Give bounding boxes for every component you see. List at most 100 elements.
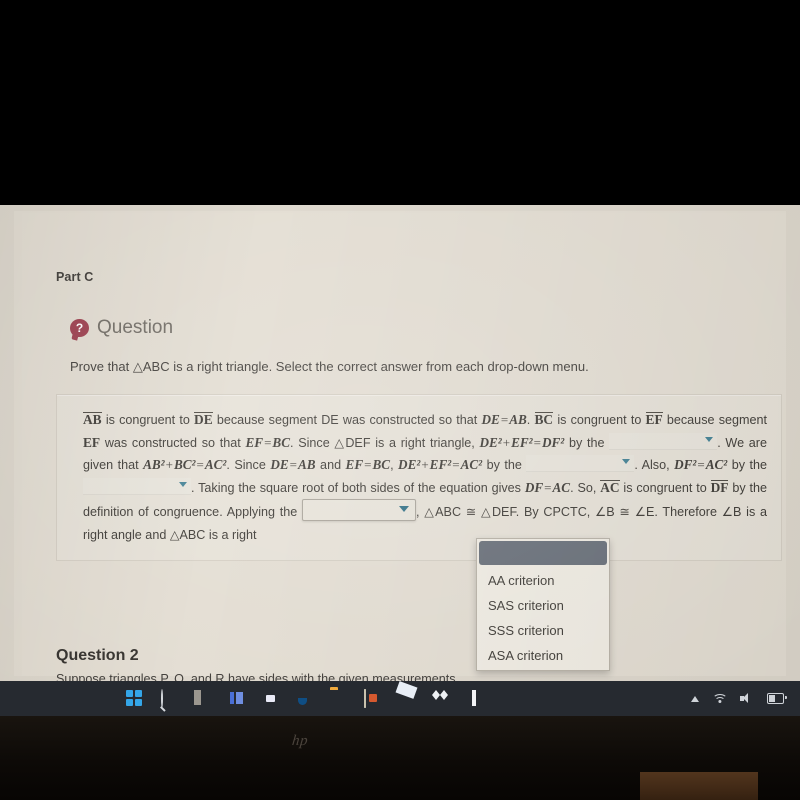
chevron-down-icon [399,506,409,512]
laptop-bezel-top [0,0,800,205]
criterion-dropdown-menu[interactable]: AA criterion SAS criterion SSS criterion… [476,538,610,671]
math-ef-plain: EF [83,434,101,450]
proof-t4: is congruent to [553,413,646,427]
proof-t5: because segment [662,413,767,427]
proof-t16: . Taking the square root of both sides o… [191,480,525,495]
plus-1: + [502,434,511,450]
dropbox-icon[interactable] [432,690,449,707]
math-ef: EF [245,434,264,450]
dropdown-option-blank[interactable] [479,541,607,565]
page-content-area: Part C ? Question Prove that △ABC is a r… [22,213,786,686]
dropdown-option-sss[interactable]: SSS criterion [477,618,609,643]
math-df-sq-2: DF² [674,457,697,472]
segment-bc-label: BC [534,412,554,427]
volume-icon[interactable] [740,693,753,704]
proof-t3: . [526,413,535,427]
teams-chat-icon[interactable] [262,690,279,707]
chevron-down-icon [622,459,631,464]
proof-t10: . Since [226,458,271,472]
math-ab-2: AB [298,457,316,472]
proof-t6: was constructed so that [100,435,246,450]
task-view-icon[interactable] [228,690,245,707]
plus-3: + [421,457,429,472]
proof-t18: is congruent to [619,480,711,495]
proof-card: AB is congruent to DE because segment DE… [56,394,782,561]
math-df: DF [524,479,544,495]
segment-df-label: DF [710,479,729,495]
question-title: Question [97,317,174,338]
photo-light-reflection [640,772,758,800]
question-prompt: Prove that △ABC is a right triangle. Sel… [70,359,589,374]
proof-t17: . So, [570,480,601,495]
proof-t12: , [390,458,399,472]
eq-9: = [544,479,552,495]
math-ab-sq: AB² [143,457,165,472]
math-ef-sq: EF² [511,434,533,450]
start-button-icon[interactable] [126,690,143,707]
proof-t14: . Also, [634,458,675,472]
browser-page: Part C ? Question Prove that △ABC is a r… [14,211,786,686]
math-ac-sq: AC² [204,457,227,472]
math-de: DE [481,412,500,427]
proof-t13: by the [482,458,527,472]
eq-3: = [533,434,541,450]
plus-2: + [165,457,173,472]
hp-logo: hp [291,733,309,749]
dropdown-option-asa[interactable]: ASA criterion [477,643,609,668]
eq-7: = [452,457,460,472]
math-ac-sq-3: AC² [705,457,728,472]
dropdown-blank-2[interactable] [526,455,635,472]
proof-text: AB is congruent to DE because segment DE… [83,409,767,546]
dropdown-blank-1[interactable] [609,432,718,450]
photo-of-laptop-screen: Part C ? Question Prove that △ABC is a r… [0,0,800,800]
mail-icon[interactable] [398,690,415,707]
taskbar-icon-group [126,681,483,716]
part-label: Part C [56,270,94,284]
math-bc-sq: BC² [173,457,196,472]
dropdown-blank-3[interactable] [83,477,191,495]
office-icon[interactable] [466,690,483,707]
segment-de-label: DE [194,412,213,427]
chevron-down-icon [179,481,187,487]
show-hidden-icons-chevron-icon[interactable] [691,695,699,702]
eq-4: = [196,457,204,472]
math-df-sq: DF² [541,434,565,450]
windows-taskbar[interactable] [0,681,800,716]
wifi-icon[interactable] [712,694,727,703]
microsoft-store-icon[interactable] [364,689,381,708]
question-bubble-icon: ? [70,319,89,337]
proof-t11: and [315,458,346,472]
system-tray [691,681,787,716]
math-de-sq: DE² [479,434,502,450]
widgets-icon[interactable] [194,690,211,707]
proof-t1: is congruent to [101,413,195,427]
math-bc: BC [272,434,291,450]
segment-ab-label: AB [83,412,102,427]
laptop-screen: Part C ? Question Prove that △ABC is a r… [0,205,800,716]
question2-title: Question 2 [56,647,139,664]
search-icon[interactable] [160,689,177,708]
math-ac: AC [552,479,571,495]
math-bc-2: BC [372,457,391,472]
dropdown-option-aa[interactable]: AA criterion [477,568,609,593]
proof-t7: . Since △DEF is a right triangle, [290,435,480,450]
math-ef-sq-2: EF² [429,457,452,472]
eq-1: = [500,412,509,427]
microsoft-edge-icon[interactable] [296,690,313,707]
proof-t2: because segment DE was constructed so th… [212,413,482,427]
chevron-down-icon [705,436,714,442]
file-explorer-icon[interactable] [330,690,347,707]
question-header: ? Question [70,317,173,339]
eq-8: = [697,457,705,472]
segment-ac-label: AC [600,479,620,495]
proof-t8: by the [564,435,610,450]
math-de-2: DE [270,457,289,472]
dropdown-criterion-open[interactable] [302,499,416,521]
math-ac-sq-2: AC² [460,457,483,472]
math-ef-2: EF [345,457,364,472]
math-de-sq-2: DE² [398,457,421,472]
segment-ef-label: EF [645,412,663,427]
dropdown-option-sas[interactable]: SAS criterion [477,593,609,618]
math-ab: AB [509,412,527,427]
battery-icon[interactable] [767,693,787,704]
